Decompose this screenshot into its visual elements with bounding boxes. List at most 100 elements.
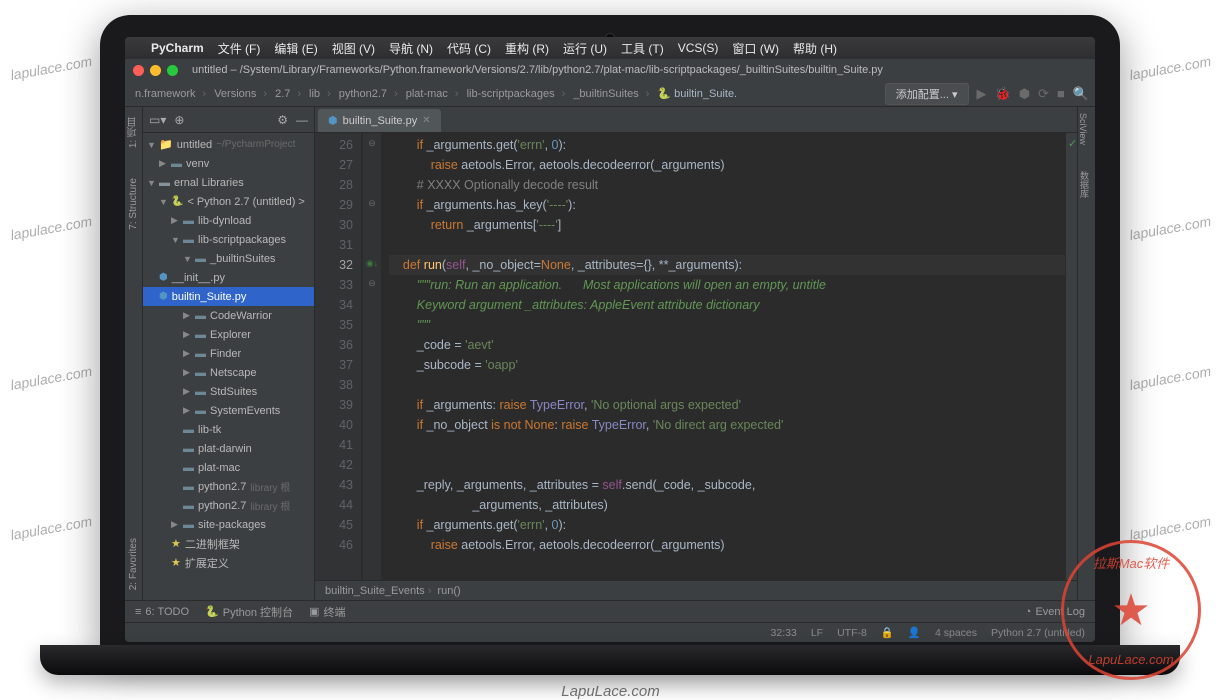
tree-item[interactable]: ▼▬_builtinSuites xyxy=(143,249,314,268)
collapse-icon[interactable]: — xyxy=(296,113,308,127)
menu-window[interactable]: 窗口 (W) xyxy=(732,40,779,57)
breadcrumb[interactable]: 2.7 xyxy=(271,88,305,100)
tree-item[interactable]: ⬢builtin_Suite.py xyxy=(143,287,314,306)
project-panel-header: ▭▾ ⊕ ⚙ — xyxy=(143,107,314,133)
menu-help[interactable]: 帮助 (H) xyxy=(793,40,837,57)
code-crumb[interactable]: builtin_Suite_Events xyxy=(325,585,431,597)
tree-item[interactable]: ▶▬venv xyxy=(143,154,314,173)
laptop-mockup: PyCharm 文件 (F) 编辑 (E) 视图 (V) 导航 (N) 代码 (… xyxy=(100,15,1120,675)
close-tab-icon[interactable]: ✕ xyxy=(422,115,430,126)
menu-code[interactable]: 代码 (C) xyxy=(447,40,491,57)
close-button[interactable] xyxy=(133,65,144,76)
python-console-button[interactable]: 🐍 Python 控制台 xyxy=(205,604,293,620)
breadcrumb[interactable]: Versions xyxy=(210,88,271,100)
tab-database[interactable]: 数据库 xyxy=(1078,165,1091,198)
indent-setting[interactable]: 4 spaces xyxy=(935,627,977,639)
tree-item[interactable]: ▶▬site-packages xyxy=(143,515,314,534)
tree-item[interactable]: ▬python2.7 library 根 xyxy=(143,477,314,496)
python-file-icon: ⬢ xyxy=(328,114,338,127)
breadcrumb[interactable]: lib xyxy=(305,88,335,100)
footer-watermark: LapuLace.com xyxy=(561,683,659,700)
code-editor[interactable]: if _arguments.get('errn', 0): raise aeto… xyxy=(361,133,1065,580)
lock-icon[interactable]: 🔒 xyxy=(881,626,894,639)
breadcrumb[interactable]: _builtinSuites xyxy=(569,88,653,100)
tree-item[interactable]: ▬python2.7 library 根 xyxy=(143,496,314,515)
watermark: lapulace.com xyxy=(9,213,93,243)
menu-view[interactable]: 视图 (V) xyxy=(332,40,375,57)
minimize-button[interactable] xyxy=(150,65,161,76)
breadcrumb[interactable]: lib-scriptpackages xyxy=(463,88,570,100)
editor-tab[interactable]: ⬢ builtin_Suite.py ✕ xyxy=(318,109,441,132)
breadcrumb[interactable]: python2.7 xyxy=(335,88,402,100)
run-icon[interactable]: ▶ xyxy=(977,86,987,102)
menu-run[interactable]: 运行 (U) xyxy=(563,40,607,57)
tree-item[interactable]: ▶▬Explorer xyxy=(143,325,314,344)
event-log-button[interactable]: ◔ Event Log xyxy=(1025,606,1085,618)
macos-menubar: PyCharm 文件 (F) 编辑 (E) 视图 (V) 导航 (N) 代码 (… xyxy=(125,37,1095,59)
menu-edit[interactable]: 编辑 (E) xyxy=(274,40,317,57)
watermark: lapulace.com xyxy=(1128,53,1212,83)
tree-item[interactable]: ▶▬Finder xyxy=(143,344,314,363)
tab-project[interactable]: 1: 项目 xyxy=(126,117,141,148)
stop-icon[interactable]: ■ xyxy=(1057,86,1065,101)
hector-icon[interactable]: 👤 xyxy=(908,626,921,639)
bottom-toolbar: ≡ 6: TODO 🐍 Python 控制台 ▣ 终端 ◔ Event Log xyxy=(125,600,1095,622)
gutter-icons: ⊖ ⊖ ◉↓ ⊖ xyxy=(363,133,381,580)
watermark: lapulace.com xyxy=(1128,513,1212,543)
menu-navigate[interactable]: 导航 (N) xyxy=(389,40,433,57)
project-panel: ▭▾ ⊕ ⚙ — ▼📁untitled ~/PycharmProject▶▬ve… xyxy=(143,107,315,600)
select-target-icon[interactable]: ⊕ xyxy=(174,113,184,127)
menu-vcs[interactable]: VCS(S) xyxy=(678,41,719,55)
watermark: lapulace.com xyxy=(1128,363,1212,393)
project-tree[interactable]: ▼📁untitled ~/PycharmProject▶▬venv▼▬ernal… xyxy=(143,133,314,600)
tree-item[interactable]: ▼🐍< Python 2.7 (untitled) > xyxy=(143,192,314,211)
tree-item[interactable]: ▬plat-darwin xyxy=(143,439,314,458)
watermark: lapulace.com xyxy=(9,363,93,393)
breadcrumb-current[interactable]: 🐍 builtin_Suite. xyxy=(653,87,748,100)
search-icon[interactable]: 🔍 xyxy=(1073,86,1089,102)
tab-sciview[interactable]: SciView xyxy=(1078,107,1088,145)
cursor-position[interactable]: 32:33 xyxy=(771,627,797,639)
app-name[interactable]: PyCharm xyxy=(151,41,204,55)
debug-icon[interactable]: 🐞 xyxy=(995,86,1011,102)
left-toolstrip: 1: 项目 7: Structure 2: Favorites xyxy=(125,107,143,600)
gear-icon[interactable]: ⚙ xyxy=(277,113,288,127)
tree-item[interactable]: ▶▬CodeWarrior xyxy=(143,306,314,325)
tree-item[interactable]: ▼▬lib-scriptpackages xyxy=(143,230,314,249)
tree-item[interactable]: ▶▬SystemEvents xyxy=(143,401,314,420)
tab-favorites[interactable]: 2: Favorites xyxy=(128,538,139,590)
window-titlebar: untitled – /System/Library/Frameworks/Py… xyxy=(125,59,1095,81)
analysis-ok-icon: ✓ xyxy=(1068,137,1077,150)
line-ending[interactable]: LF xyxy=(811,627,823,639)
coverage-icon[interactable]: ⬢ xyxy=(1019,86,1030,102)
menu-tools[interactable]: 工具 (T) xyxy=(621,40,664,57)
profile-icon[interactable]: ⟳ xyxy=(1038,86,1049,102)
tab-structure[interactable]: 7: Structure xyxy=(128,178,139,230)
tree-item[interactable]: ▬plat-mac xyxy=(143,458,314,477)
project-view-icon[interactable]: ▭▾ xyxy=(149,113,166,127)
breadcrumb[interactable]: n.framework xyxy=(131,88,210,100)
tree-item[interactable]: ▶▬StdSuites xyxy=(143,382,314,401)
breadcrumb[interactable]: plat-mac xyxy=(402,88,463,100)
encoding[interactable]: UTF-8 xyxy=(837,627,867,639)
interpreter[interactable]: Python 2.7 (untitled) xyxy=(991,627,1085,639)
editor-panel: ⬢ builtin_Suite.py ✕ 2627282930313233343… xyxy=(315,107,1077,600)
todo-button[interactable]: ≡ 6: TODO xyxy=(135,606,189,618)
tree-item[interactable]: ▼▬ernal Libraries xyxy=(143,173,314,192)
tree-item[interactable]: ▶▬lib-dynload xyxy=(143,211,314,230)
tree-item[interactable]: ★二进制框架 xyxy=(143,534,314,553)
menu-file[interactable]: 文件 (F) xyxy=(218,40,261,57)
tree-item[interactable]: ▼📁untitled ~/PycharmProject xyxy=(143,135,314,154)
tree-item[interactable]: ★扩展定义 xyxy=(143,553,314,572)
menu-refactor[interactable]: 重构 (R) xyxy=(505,40,549,57)
code-crumb[interactable]: run() xyxy=(437,585,460,597)
run-config-button[interactable]: 添加配置... ▾ xyxy=(885,83,969,105)
line-gutter[interactable]: 2627282930313233343536373839404142434445… xyxy=(315,133,361,580)
tree-item[interactable]: ⬢__init__.py xyxy=(143,268,314,287)
error-stripe[interactable]: ✓ xyxy=(1065,133,1077,580)
terminal-button[interactable]: ▣ 终端 xyxy=(309,604,345,620)
fullscreen-button[interactable] xyxy=(167,65,178,76)
tree-item[interactable]: ▬lib-tk xyxy=(143,420,314,439)
tree-item[interactable]: ▶▬Netscape xyxy=(143,363,314,382)
watermark: lapulace.com xyxy=(9,53,93,83)
